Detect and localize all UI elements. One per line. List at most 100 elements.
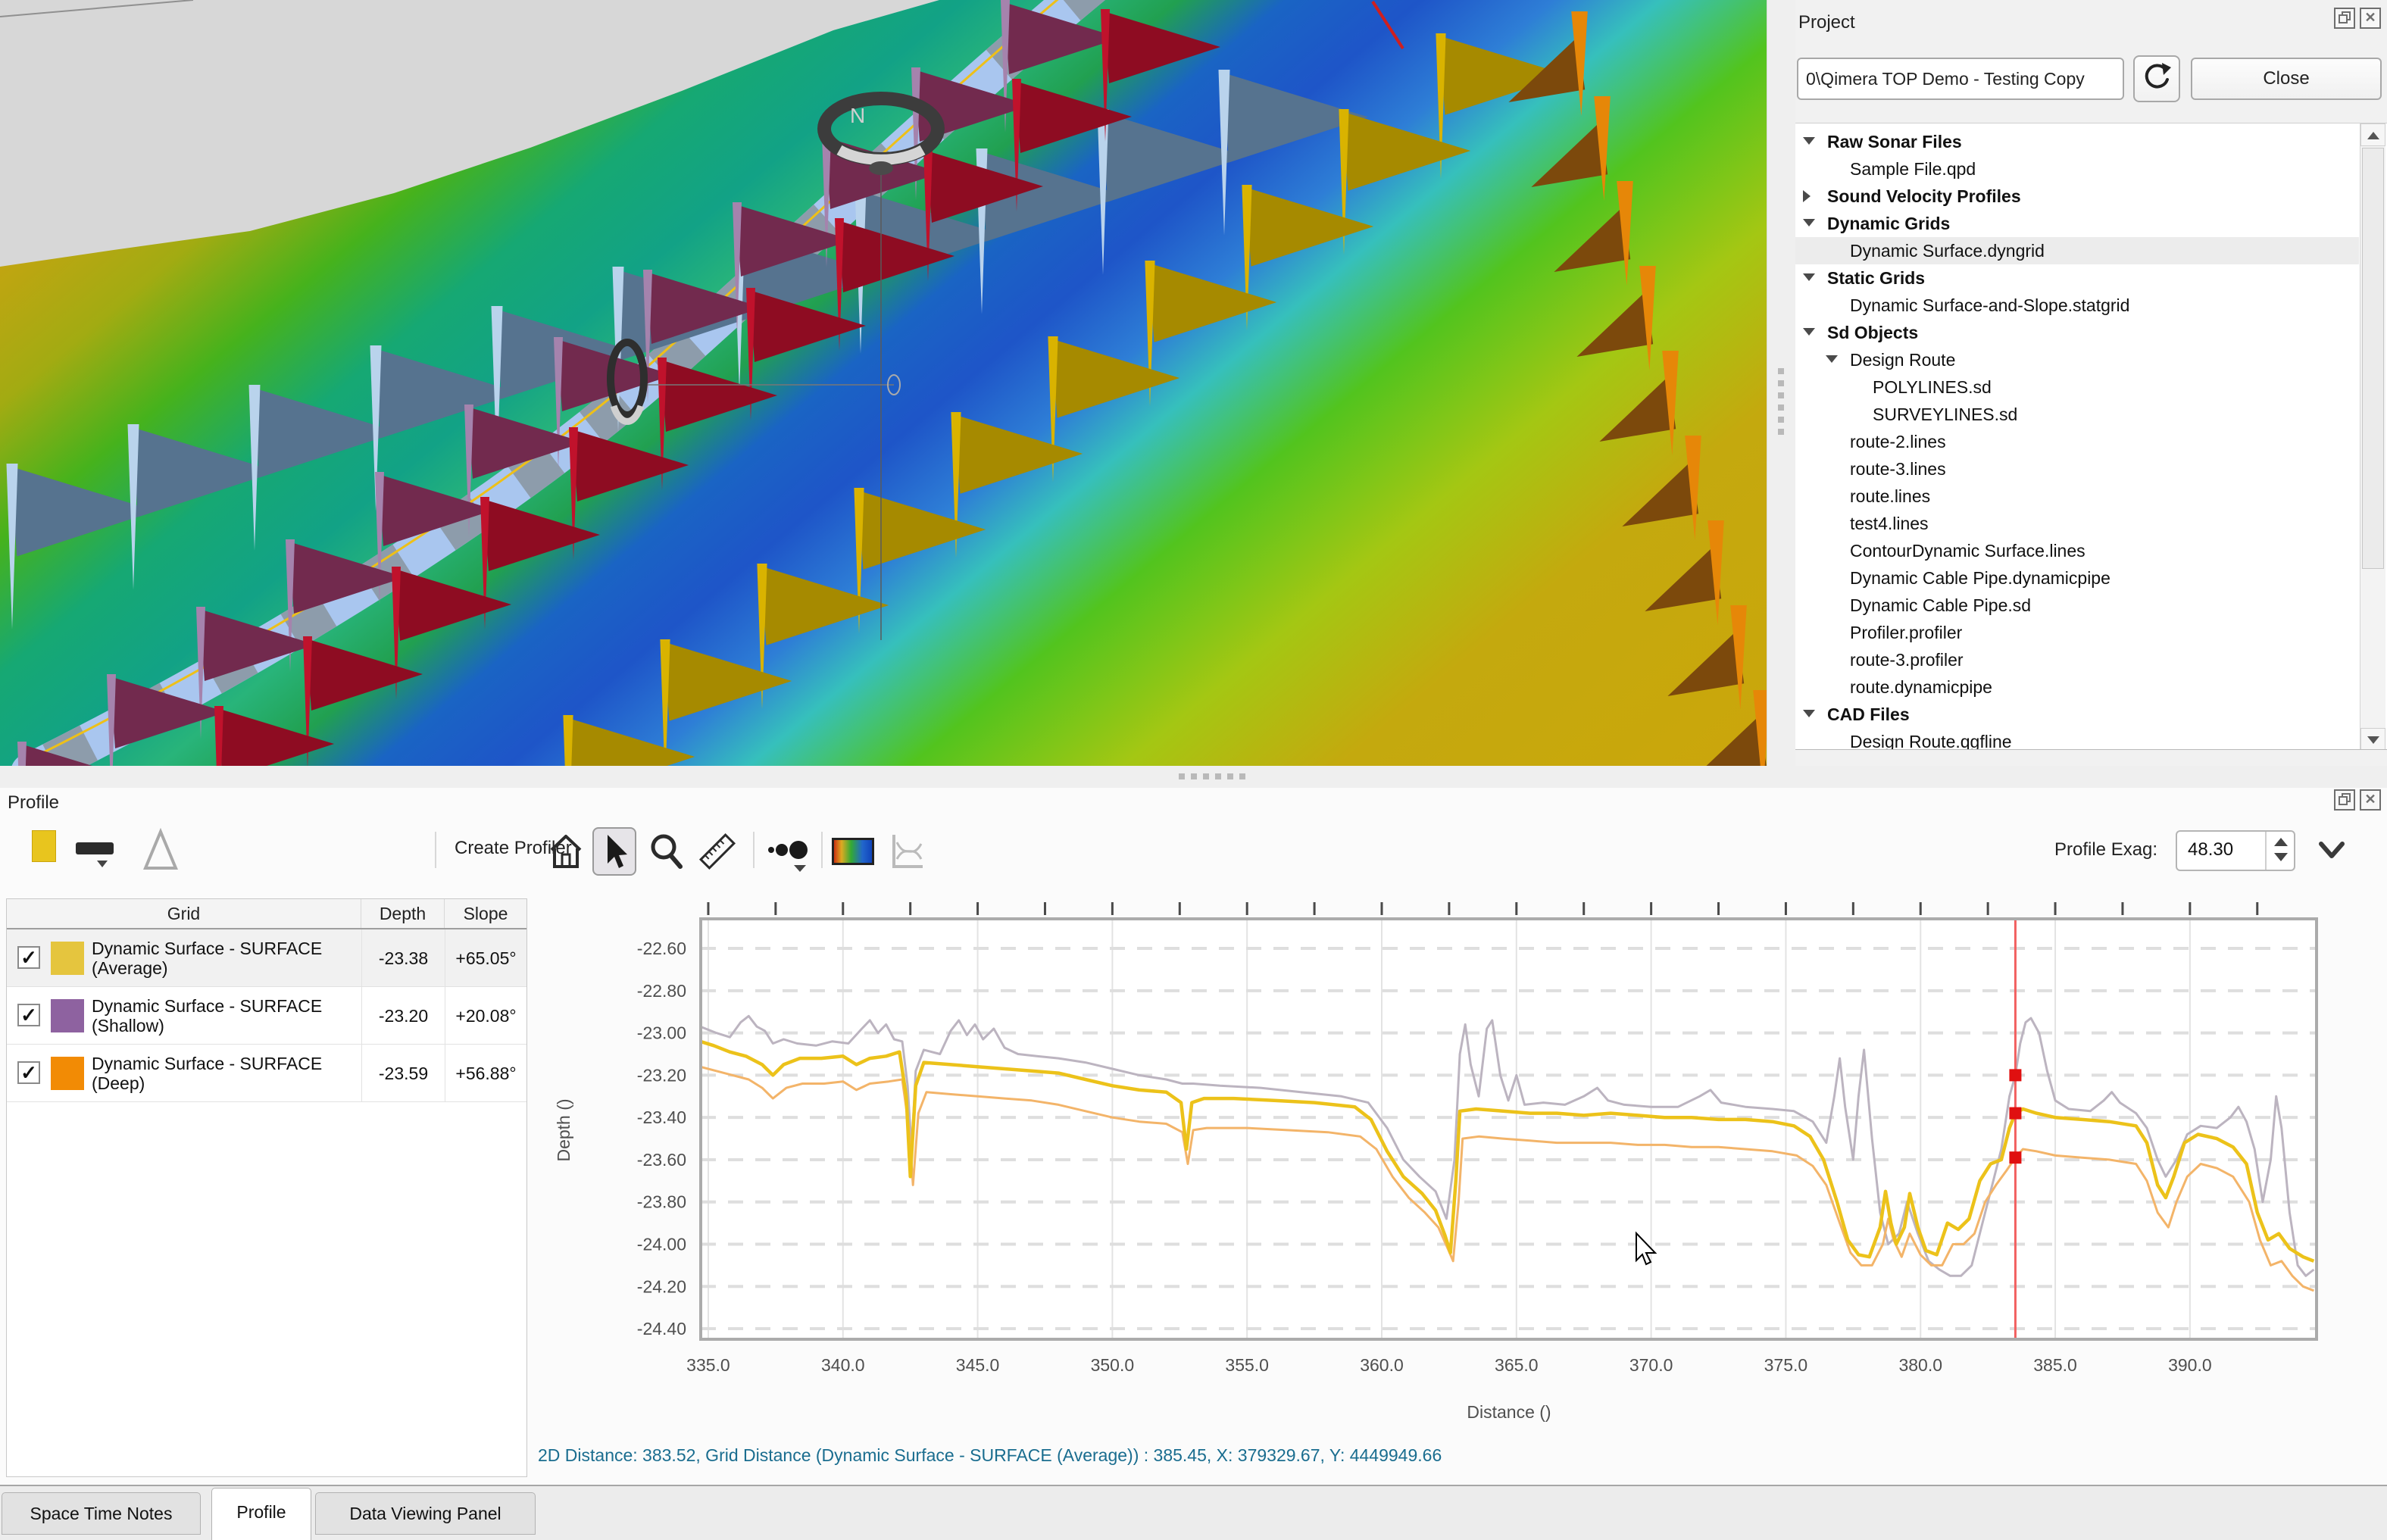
tree-item[interactable]: route.lines <box>1795 483 2359 510</box>
table-row[interactable]: ✓Dynamic Surface - SURFACE (Average)-23.… <box>7 929 526 987</box>
tree-item[interactable]: test4.lines <box>1795 510 2359 537</box>
boundary-arrows-orange <box>1622 436 1701 540</box>
expander-right-icon[interactable] <box>1803 190 1811 202</box>
table-header: Grid Depth Slope <box>7 899 526 929</box>
scene-3d-viewport[interactable]: N <box>0 0 1767 766</box>
tree-item-label: Dynamic Cable Pipe.sd <box>1850 592 2031 619</box>
tree-item[interactable]: Raw Sonar Files <box>1795 128 2359 155</box>
vertical-splitter[interactable] <box>1767 0 1795 766</box>
line-style-dropdown-icon[interactable] <box>97 861 108 867</box>
column-header-slope[interactable]: Slope <box>445 899 526 928</box>
select-tool-button[interactable] <box>592 827 636 876</box>
slope-value: +65.05° <box>445 929 526 987</box>
zoom-tool-button[interactable] <box>644 827 688 876</box>
profile-panel-title: Profile <box>8 792 59 814</box>
column-header-depth[interactable]: Depth <box>361 899 444 928</box>
tab-space-time-notes[interactable]: Space Time Notes <box>2 1492 201 1535</box>
spin-up-icon[interactable] <box>2274 838 2288 846</box>
scroll-down-button[interactable] <box>2360 728 2385 750</box>
tree-item[interactable]: POLYLINES.sd <box>1795 373 2359 401</box>
close-panel-icon[interactable]: ✕ <box>2360 789 2381 811</box>
route-flags-yellow <box>660 639 792 766</box>
x-tick-label: 355.0 <box>1225 1355 1269 1375</box>
visibility-checkbox[interactable]: ✓ <box>17 1004 40 1026</box>
profile-chart[interactable]: -22.60-22.80-23.00-23.20-23.40-23.60-23.… <box>530 898 2382 1439</box>
y-tick-label: -24.40 <box>637 1319 686 1339</box>
bottom-tab-bar: Space Time Notes Profile Data Viewing Pa… <box>0 1485 2387 1540</box>
project-path-input[interactable] <box>1797 58 2124 100</box>
tree-item[interactable]: Dynamic Cable Pipe.dynamicpipe <box>1795 564 2359 592</box>
tree-item[interactable]: Design Route.qgfline <box>1795 728 2359 750</box>
tree-item-label: Raw Sonar Files <box>1827 128 1962 155</box>
home-button[interactable] <box>544 827 588 876</box>
route-flags-red <box>746 288 866 420</box>
profile-exag-spinbox[interactable]: 48.30 <box>2176 830 2295 871</box>
y-tick-label: -23.60 <box>637 1150 686 1170</box>
y-tick-label: -23.40 <box>637 1107 686 1127</box>
tree-item[interactable]: Sd Objects <box>1795 319 2359 346</box>
tab-data-viewing-panel[interactable]: Data Viewing Panel <box>315 1492 536 1535</box>
tree-item[interactable]: route-3.profiler <box>1795 646 2359 673</box>
tree-item[interactable]: CAD Files <box>1795 701 2359 728</box>
tree-item[interactable]: Dynamic Cable Pipe.sd <box>1795 592 2359 619</box>
tree-item[interactable]: Design Route <box>1795 346 2359 373</box>
tree-item[interactable]: Dynamic Grids <box>1795 210 2359 237</box>
tree-item[interactable]: route-2.lines <box>1795 428 2359 455</box>
tree-item[interactable]: SURVEYLINES.sd <box>1795 401 2359 428</box>
tree-item-label: Sample File.qpd <box>1850 155 1976 183</box>
boundary-arrows-orange <box>1645 520 1723 625</box>
profile-exag-value[interactable]: 48.30 <box>2188 839 2233 861</box>
profile-exag-label: Profile Exag: <box>2054 839 2157 861</box>
profile-panel: Profile ✕ Create Profiler <box>0 788 2387 1485</box>
color-swatch-icon[interactable] <box>32 830 56 862</box>
point-size-button[interactable] <box>764 827 814 876</box>
tab-profile[interactable]: Profile <box>211 1488 311 1540</box>
line-style-icon[interactable] <box>76 842 114 854</box>
tree-item[interactable]: Profiler.profiler <box>1795 619 2359 646</box>
measure-tool-button[interactable] <box>694 827 738 876</box>
table-row[interactable]: ✓Dynamic Surface - SURFACE (Shallow)-23.… <box>7 987 526 1045</box>
visibility-checkbox[interactable]: ✓ <box>17 1061 40 1084</box>
project-tree: Raw Sonar FilesSample File.qpdSound Velo… <box>1795 123 2387 750</box>
tree-item[interactable]: Dynamic Surface.dyngrid <box>1795 237 2359 264</box>
x-tick-label: 345.0 <box>956 1355 1000 1375</box>
tree-item[interactable]: ContourDynamic Surface.lines <box>1795 537 2359 564</box>
zoom-icon <box>644 827 688 876</box>
horizontal-splitter[interactable] <box>0 766 2387 788</box>
close-panel-icon[interactable]: ✕ <box>2360 8 2381 29</box>
tree-item[interactable]: route.dynamicpipe <box>1795 673 2359 701</box>
visibility-checkbox[interactable]: ✓ <box>17 946 40 969</box>
tree-item[interactable]: Sound Velocity Profiles <box>1795 183 2359 210</box>
tree-item[interactable]: route-3.lines <box>1795 455 2359 483</box>
colormap-button[interactable] <box>830 827 877 876</box>
float-panel-icon[interactable] <box>2334 789 2355 811</box>
tree-item-label: SURVEYLINES.sd <box>1873 401 2017 428</box>
spin-down-icon[interactable] <box>2274 853 2288 861</box>
scene-overlay: N <box>0 0 1767 766</box>
float-panel-icon[interactable] <box>2334 8 2355 29</box>
column-header-grid[interactable]: Grid <box>7 899 361 928</box>
tree-item-label: Dynamic Surface.dyngrid <box>1850 237 2045 264</box>
expander-down-icon[interactable] <box>1803 273 1815 281</box>
boundary-arrows-orange <box>1599 351 1678 455</box>
tree-item[interactable]: Static Grids <box>1795 264 2359 292</box>
expander-down-icon[interactable] <box>1803 710 1815 717</box>
tree-item-label: test4.lines <box>1850 510 1929 537</box>
y-tick-label: -24.20 <box>637 1276 686 1296</box>
tree-item[interactable]: Dynamic Surface-and-Slope.statgrid <box>1795 292 2359 319</box>
expander-down-icon[interactable] <box>1803 137 1815 145</box>
spin-buttons[interactable] <box>2265 832 2294 870</box>
expander-down-icon[interactable] <box>1826 355 1838 363</box>
table-row[interactable]: ✓Dynamic Surface - SURFACE (Deep)-23.59+… <box>7 1045 526 1102</box>
scroll-thumb[interactable] <box>2362 148 2384 569</box>
expander-down-icon[interactable] <box>1803 328 1815 336</box>
y-tick-label: -22.80 <box>637 981 686 1001</box>
tree-item[interactable]: Sample File.qpd <box>1795 155 2359 183</box>
tree-scrollbar[interactable] <box>2360 123 2385 750</box>
expander-down-icon[interactable] <box>1803 219 1815 226</box>
refresh-button[interactable] <box>2133 55 2180 102</box>
close-project-button[interactable]: Close <box>2191 58 2382 100</box>
y-tick-label: -22.60 <box>637 939 686 958</box>
scroll-up-button[interactable] <box>2360 123 2385 146</box>
collapse-toolbar-button[interactable] <box>2315 835 2348 869</box>
